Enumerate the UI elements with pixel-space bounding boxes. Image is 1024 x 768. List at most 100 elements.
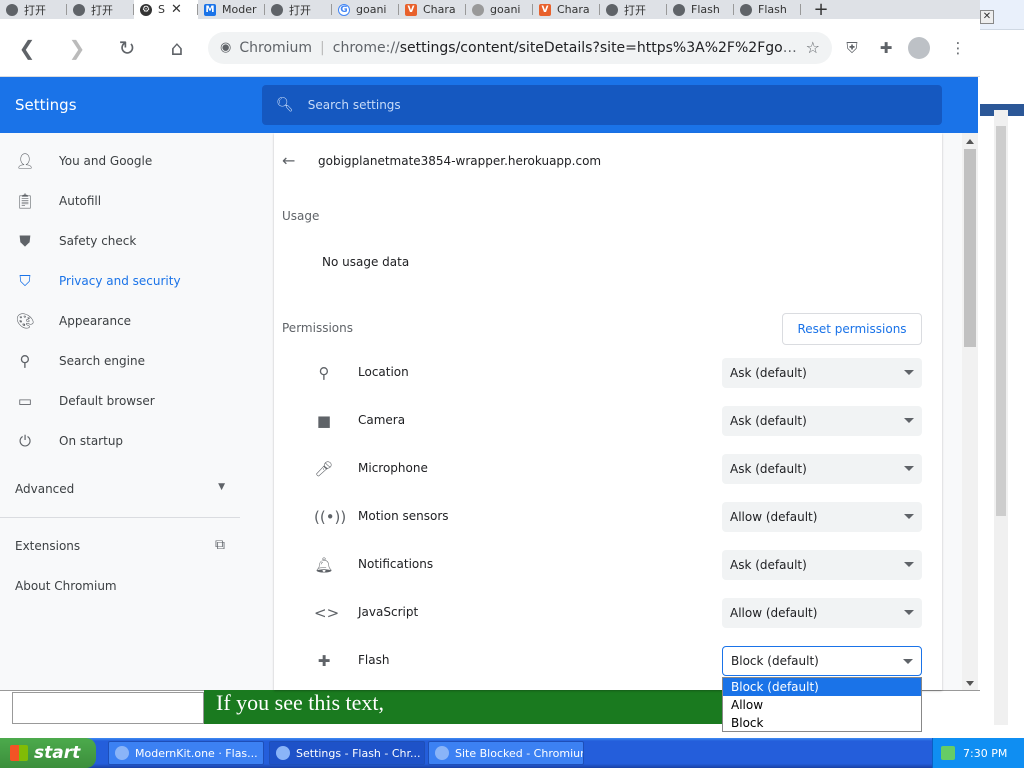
flash-option-allow[interactable]: Allow — [723, 696, 921, 714]
taskbar-item-modernkit[interactable]: ModernKit.one · Flas... — [108, 741, 264, 765]
omnibox-separator: | — [320, 39, 325, 56]
tab-settings[interactable]: ⚙ S ✕ — [134, 0, 198, 19]
scroll-down-icon[interactable] — [966, 681, 974, 686]
flash-option-block[interactable]: Block — [723, 714, 921, 732]
permission-label: Camera — [358, 413, 406, 427]
chevron-down-icon: ▼ — [218, 482, 225, 492]
sidebar-item-label: Default browser — [59, 394, 155, 408]
scroll-up-icon[interactable] — [966, 139, 974, 144]
dropdown-arrow-icon — [904, 418, 914, 423]
sidebar-item-you-and-google[interactable]: 👤︎ You and Google — [15, 151, 152, 171]
dropdown-arrow-icon — [904, 610, 914, 615]
chrome-icon — [271, 3, 283, 16]
notifications-select[interactable]: Ask (default) — [722, 550, 922, 580]
settings-scrollbar[interactable] — [962, 133, 978, 690]
back-icon[interactable]: ❮ — [8, 29, 46, 67]
sidebar-item-appearance[interactable]: 🎨︎ Appearance — [15, 311, 131, 331]
sidebar-item-safety-check[interactable]: ⛊ Safety check — [15, 231, 136, 251]
sidebar-item-label: Autofill — [59, 194, 102, 208]
chrome-icon — [673, 3, 685, 16]
sidebar-item-default-browser[interactable]: ▭ Default browser — [15, 391, 155, 411]
search-icon: ⚲ — [19, 352, 31, 370]
forward-icon[interactable]: ❯ — [58, 29, 96, 67]
permission-row-motion-sensors: ((•)) Motion sensors Allow (default) — [314, 502, 922, 532]
sidebar-item-search-engine[interactable]: ⚲ Search engine — [15, 351, 145, 371]
taskbar-item-site-blocked[interactable]: Site Blocked - Chromium — [428, 741, 584, 765]
m-icon: M — [204, 3, 216, 16]
scrollbar-thumb[interactable] — [964, 149, 976, 347]
tab-11[interactable]: Flash — [734, 0, 801, 19]
google-icon: G — [338, 3, 350, 16]
tab-9[interactable]: 打开 — [600, 0, 667, 19]
address-bar[interactable]: ◉ Chromium | chrome://settings/content/s… — [208, 31, 832, 64]
permission-label: Motion sensors — [358, 509, 449, 523]
sidebar-advanced[interactable]: Advanced ▼ — [15, 482, 225, 496]
back-arrow-icon[interactable]: ← — [282, 151, 295, 170]
home-icon[interactable]: ⌂ — [158, 29, 196, 67]
settings-sidebar: 👤︎ You and Google 📋︎ Autofill ⛊ Safety chec… — [0, 133, 262, 690]
sidebar-item-privacy[interactable]: ⛉ Privacy and security — [15, 271, 180, 291]
motion-sensors-select[interactable]: Allow (default) — [722, 502, 922, 532]
sidebar-item-label: On startup — [59, 434, 124, 448]
reload-icon[interactable]: ↻ — [108, 29, 146, 67]
puzzle-icon[interactable]: ✚ — [872, 34, 900, 62]
permission-row-location: ⚲ Location Ask (default) — [314, 358, 922, 388]
tab-0[interactable]: 打开 — [0, 0, 67, 19]
close-tab-icon[interactable]: ✕ — [171, 2, 182, 17]
star-icon[interactable]: ☆ — [806, 38, 820, 57]
search-input[interactable] — [307, 98, 942, 112]
microphone-select[interactable]: Ask (default) — [722, 454, 922, 484]
dropdown-arrow-icon — [904, 514, 914, 519]
ublock-icon[interactable]: ⛨ — [838, 34, 866, 62]
usage-heading: Usage — [282, 209, 320, 223]
sidebar-item-label: Safety check — [59, 234, 137, 248]
chromium-icon: ◉ — [220, 40, 232, 55]
network-icon[interactable] — [941, 746, 955, 760]
tab-10[interactable]: Flash — [667, 0, 734, 19]
sidebar-extensions[interactable]: Extensions ⧉ — [15, 537, 225, 553]
taskbar-item-settings[interactable]: Settings - Flash - Chr... — [269, 741, 425, 765]
windows-logo-icon — [10, 745, 28, 761]
chromium-icon — [115, 746, 129, 760]
background-page-box — [12, 692, 204, 724]
menu-icon[interactable]: ⋮ — [944, 34, 972, 62]
sidebar-item-on-startup[interactable]: ⏻ On startup — [15, 431, 123, 451]
search-box[interactable]: 🔍︎ — [262, 85, 942, 125]
background-scrollbar-thumb[interactable] — [996, 126, 1006, 516]
tab-8[interactable]: V Chara — [533, 0, 600, 19]
sidebar-about[interactable]: About Chromium — [15, 579, 117, 593]
globe-icon — [472, 3, 484, 16]
sidebar-item-label: You and Google — [59, 154, 153, 168]
camera-select[interactable]: Ask (default) — [722, 406, 922, 436]
tab-6[interactable]: V Chara — [399, 0, 466, 19]
background-window-close-icon[interactable]: ✕ — [980, 10, 994, 24]
start-button[interactable]: start — [0, 738, 96, 768]
open-in-new-icon: ⧉ — [215, 537, 225, 553]
permission-row-camera: ■ Camera Ask (default) — [314, 406, 922, 436]
javascript-select[interactable]: Allow (default) — [722, 598, 922, 628]
avatar[interactable] — [908, 36, 930, 59]
tab-3[interactable]: M Moder — [198, 0, 265, 19]
system-tray: 7:30 PM — [932, 738, 1024, 768]
tab-label: Moder — [222, 3, 257, 16]
power-icon: ⏻ — [19, 432, 31, 450]
permission-row-javascript: <> JavaScript Allow (default) — [314, 598, 922, 628]
location-select[interactable]: Ask (default) — [722, 358, 922, 388]
tab-5[interactable]: Ggoani — [332, 0, 399, 19]
browser-window: 打开 打开 ⚙ S ✕ M Moder 打开 Ggoani V Chara goani … — [0, 0, 980, 690]
background-scrollbar[interactable] — [994, 110, 1008, 725]
flash-select[interactable]: Block (default) — [722, 646, 922, 676]
tab-1[interactable]: 打开 — [67, 0, 134, 19]
browser-icon: ▭ — [17, 392, 33, 410]
flash-option-block-default[interactable]: Block (default) — [723, 678, 921, 696]
gear-icon: ⚙ — [140, 3, 152, 16]
tab-7[interactable]: goani — [466, 0, 533, 19]
select-value: Ask (default) — [730, 366, 807, 380]
tab-4[interactable]: 打开 — [265, 0, 332, 19]
new-tab-button[interactable]: + — [801, 0, 841, 19]
reset-permissions-button[interactable]: Reset permissions — [782, 313, 922, 345]
v-icon: V — [405, 3, 417, 16]
select-value: Ask (default) — [730, 462, 807, 476]
sidebar-item-autofill[interactable]: 📋︎ Autofill — [15, 191, 101, 211]
dropdown-arrow-icon — [903, 659, 913, 664]
